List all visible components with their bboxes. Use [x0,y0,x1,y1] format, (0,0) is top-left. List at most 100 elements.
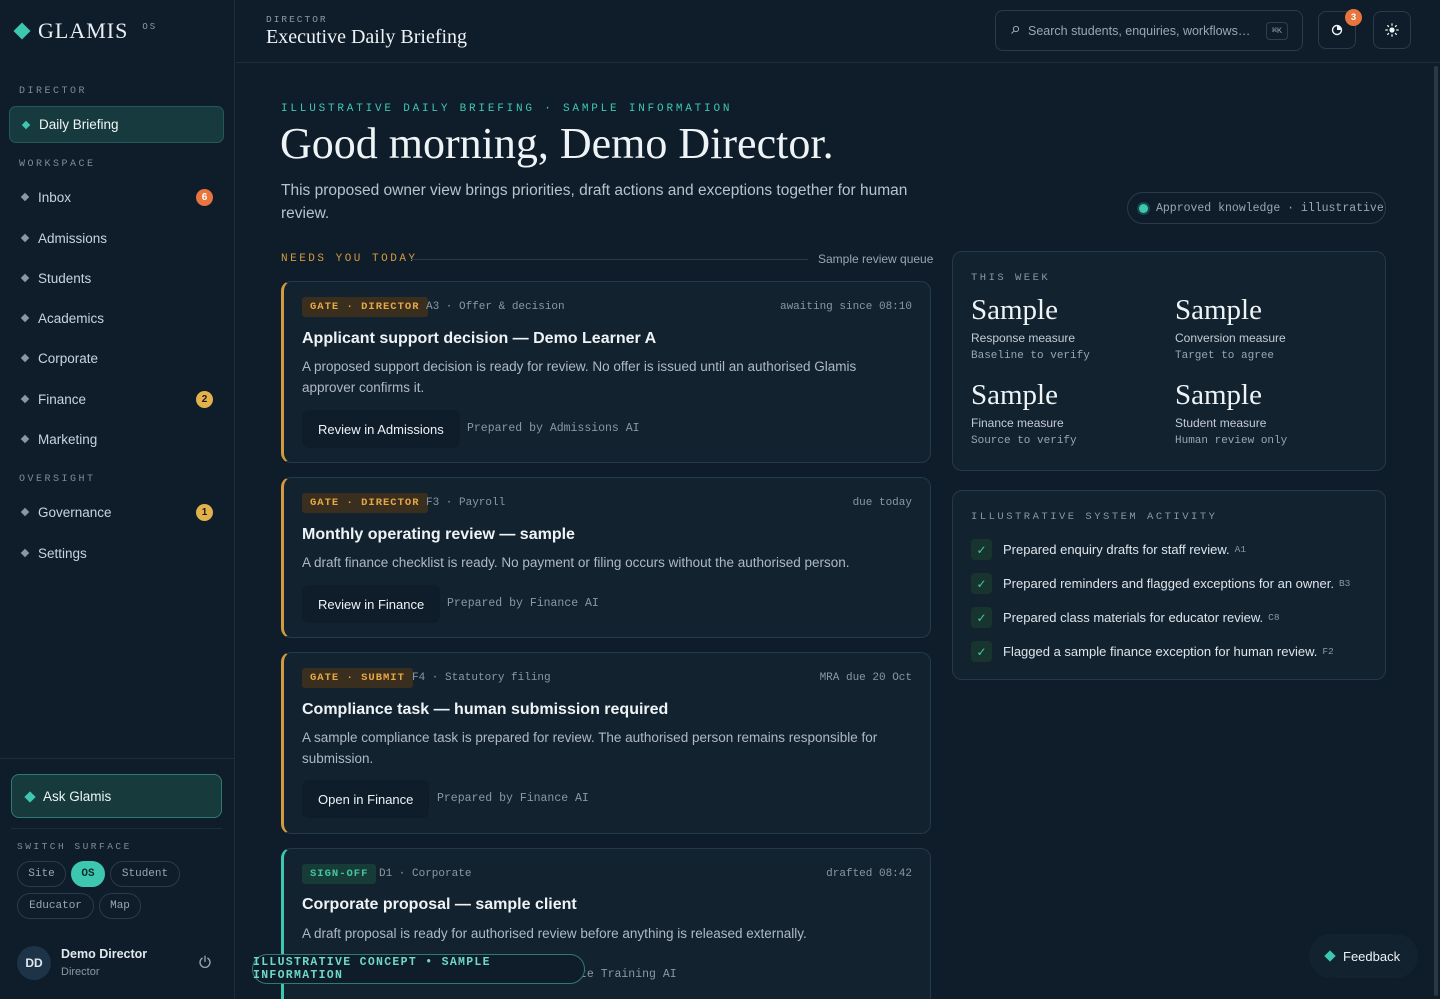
stat-value: Sample [971,379,1058,411]
card-description: A proposed support decision is ready for… [302,359,857,395]
search-input[interactable]: Search students, enquiries, workflows… ⌘… [995,10,1303,51]
activity-text: Prepared reminders and flagged exception… [1003,576,1334,591]
surface-chip-educator[interactable]: Educator [17,893,94,919]
diamond-icon [20,353,30,363]
panel-label: ILLUSTRATIVE SYSTEM ACTIVITY [971,511,1218,523]
check-icon: ✓ [971,607,992,628]
knowledge-status-label: Approved knowledge · illustrative [1156,201,1384,215]
sidebar-item-label: Governance [38,505,112,520]
stat-note: Human review only [1175,435,1288,447]
activity-code: C8 [1268,612,1280,623]
stat-value: Sample [1175,379,1262,411]
sidebar-item-label: Academics [38,311,105,326]
sidebar-item-settings[interactable]: Settings [9,535,224,572]
review-in-finance-button[interactable]: Review in Finance [302,585,441,623]
count-badge: 6 [196,189,213,206]
page-title: Executive Daily Briefing [266,26,468,48]
section-label-workspace: WORKSPACE [19,159,96,170]
diamond-icon [13,22,31,40]
diamond-icon [24,791,36,803]
stat-name: Student measure [1175,416,1267,430]
activity-text: Flagged a sample finance exception for h… [1003,644,1318,659]
diamond-icon [20,233,30,243]
surface-chip-student[interactable]: Student [110,861,180,887]
sidebar-item-finance[interactable]: Finance 2 [9,381,224,418]
sidebar-item-inbox[interactable]: Inbox 6 [9,179,224,216]
brand-name: GLAMIS [38,18,129,43]
prepared-by-label: Prepared by Admissions AI [467,422,640,435]
header-eyebrow: DIRECTOR [266,14,328,25]
knowledge-status-pill: Approved knowledge · illustrative [1127,192,1386,224]
ask-glamis-button[interactable]: Ask Glamis [11,774,222,818]
stat-note: Target to agree [1175,350,1275,362]
concept-banner: ILLUSTRATIVE CONCEPT • SAMPLE INFORMATIO… [252,954,585,984]
notifications-button[interactable]: 3 [1318,9,1362,49]
diamond-icon [20,507,30,517]
notification-badge: 3 [1345,9,1362,26]
sidebar-item-label: Corporate [38,351,99,366]
gate-badge: SIGN-OFF [302,864,377,884]
search-placeholder: Search students, enquiries, workflows… [1028,23,1251,38]
count-badge: 2 [196,391,213,408]
sidebar-item-governance[interactable]: Governance 1 [9,494,224,531]
needs-today-label: NEEDS YOU TODAY [281,253,418,265]
diamond-icon [20,548,30,558]
sidebar-footer: Ask Glamis SWITCH SURFACE Site OS Studen… [0,758,235,999]
stat-card: Sample Response measure Baseline to veri… [971,294,1090,362]
sidebar-item-students[interactable]: Students [9,260,224,297]
check-icon: ✓ [971,641,992,662]
feedback-button[interactable]: Feedback [1309,934,1418,978]
clock-icon [1331,24,1343,36]
sidebar-item-label: Students [38,271,92,286]
list-item: ✓ Prepared enquiry drafts for staff revi… [971,539,1246,560]
stat-name: Conversion measure [1175,331,1286,345]
brand-logo[interactable]: GLAMIS OS [13,18,158,44]
sidebar-item-marketing[interactable]: Marketing [9,421,224,458]
surface-chip-os[interactable]: OS [71,861,105,887]
check-icon: ✓ [971,539,992,560]
section-label-director: DIRECTOR [19,86,88,97]
user-role: Director [61,966,100,978]
this-week-panel: THIS WEEK Sample Response measure Baseli… [952,251,1386,471]
card-description: A sample compliance task is prepared for… [302,730,878,766]
feedback-label: Feedback [1343,948,1401,964]
review-in-admissions-button[interactable]: Review in Admissions [302,410,460,448]
check-icon: ✓ [971,573,992,594]
review-card: GATE · DIRECTOR A3 · Offer & decision aw… [281,281,931,463]
activity-text: Prepared class materials for educator re… [1003,610,1264,625]
list-item: ✓ Prepared reminders and flagged excepti… [971,573,1350,594]
list-item: ✓ Prepared class materials for educator … [971,607,1280,628]
activity-code: A1 [1234,544,1247,555]
stat-note: Baseline to verify [971,350,1090,362]
sidebar-item-admissions[interactable]: Admissions [9,220,224,257]
sidebar-item-academics[interactable]: Academics [9,300,224,337]
search-shortcut: ⌘K [1265,22,1288,40]
diamond-icon [20,394,30,404]
diamond-icon [20,434,30,444]
avatar[interactable]: DD [17,946,51,980]
power-icon[interactable] [198,955,212,969]
surface-chip-map[interactable]: Map [99,893,141,919]
sidebar-item-corporate[interactable]: Corporate [9,340,224,377]
surface-chip-site[interactable]: Site [17,861,66,887]
card-timestamp: drafted 08:42 [826,868,912,880]
sidebar-item-daily-briefing[interactable]: Daily Briefing [9,106,224,143]
scrollbar-thumb[interactable] [1434,66,1438,996]
theme-toggle-button[interactable] [1373,11,1411,49]
stat-note: Source to verify [971,435,1077,447]
panel-label: THIS WEEK [971,272,1051,284]
card-timestamp: awaiting since 08:10 [779,301,912,313]
stat-name: Response measure [971,331,1076,345]
prepared-by-label: Prepared by Finance AI [447,597,599,610]
open-in-finance-button[interactable]: Open in Finance [302,780,430,818]
divider [11,828,222,829]
section-label-oversight: OVERSIGHT [19,474,96,485]
user-name: Demo Director [61,947,148,961]
brand-suffix: OS [142,22,158,32]
diamond-icon [20,192,30,202]
activity-code: B3 [1338,578,1351,589]
top-header: DIRECTOR Executive Daily Briefing Search… [236,0,1440,63]
stat-card: Sample Conversion measure Target to agre… [1175,294,1286,362]
stat-value: Sample [971,294,1058,326]
prepared-by-label: te Training AI [580,968,677,981]
